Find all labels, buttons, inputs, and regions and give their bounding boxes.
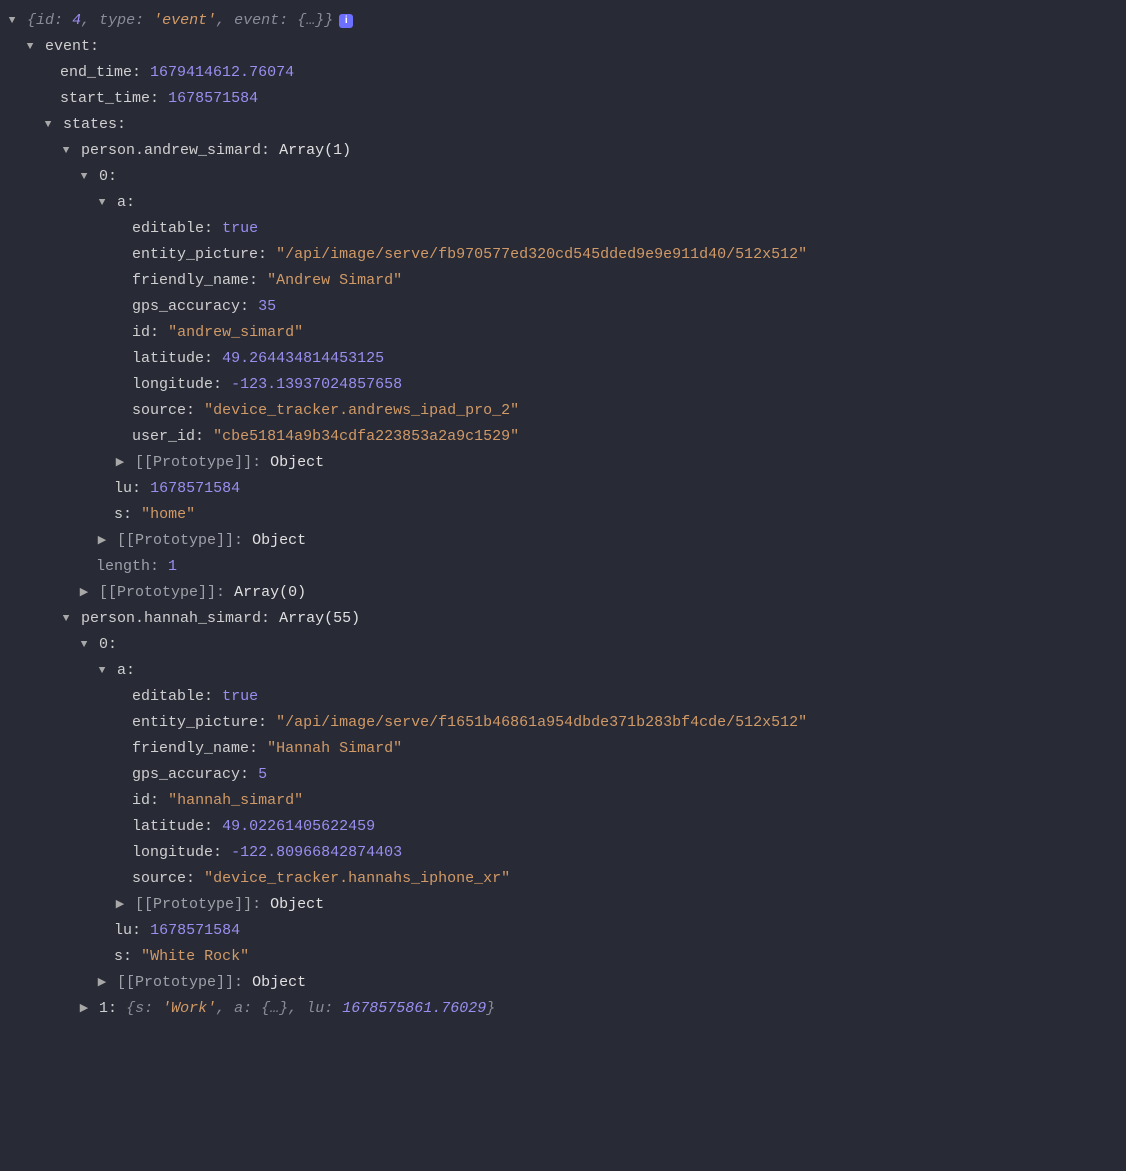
tree-row[interactable]: longitude: -123.13937024857658 [6,372,1126,398]
index-1-preview: {s: 'Work', a: {…}, lu: 1678575861.76029… [126,1000,495,1017]
tree-row-prototype[interactable]: ▶ [[Prototype]]: Object [6,892,1126,918]
tree-row-root[interactable]: ▼ {id: 4, type: 'event', event: {…}} i [6,8,1126,34]
tree-row[interactable]: s: "home" [6,502,1126,528]
chevron-down-icon[interactable]: ▼ [24,34,36,60]
chevron-right-icon[interactable]: ▶ [78,580,90,606]
tree-row-hannah-1[interactable]: ▶ 1: {s: 'Work', a: {…}, lu: 1678575861.… [6,996,1126,1022]
tree-row[interactable]: editable: true [6,216,1126,242]
tree-row-event[interactable]: ▼ event: [6,34,1126,60]
tree-row[interactable]: source: "device_tracker.hannahs_iphone_x… [6,866,1126,892]
tree-row[interactable]: lu: 1678571584 [6,476,1126,502]
tree-row-hannah-0[interactable]: ▼ 0: [6,632,1126,658]
tree-row[interactable]: id: "hannah_simard" [6,788,1126,814]
tree-row-hannah-a[interactable]: ▼ a: [6,658,1126,684]
tree-row[interactable]: source: "device_tracker.andrews_ipad_pro… [6,398,1126,424]
tree-row[interactable]: gps_accuracy: 5 [6,762,1126,788]
chevron-down-icon[interactable]: ▼ [78,632,90,658]
chevron-down-icon[interactable]: ▼ [60,138,72,164]
tree-row[interactable]: entity_picture: "/api/image/serve/fb9705… [6,242,1126,268]
tree-row[interactable]: friendly_name: "Andrew Simard" [6,268,1126,294]
tree-row-prototype[interactable]: ▶ [[Prototype]]: Array(0) [6,580,1126,606]
tree-row-andrew-0[interactable]: ▼ 0: [6,164,1126,190]
tree-row[interactable]: length: 1 [6,554,1126,580]
tree-row[interactable]: user_id: "cbe51814a9b34cdfa223853a2a9c15… [6,424,1126,450]
chevron-down-icon[interactable]: ▼ [42,112,54,138]
chevron-right-icon[interactable]: ▶ [78,996,90,1022]
tree-row-prototype[interactable]: ▶ [[Prototype]]: Object [6,450,1126,476]
chevron-down-icon[interactable]: ▼ [96,658,108,684]
tree-row[interactable]: id: "andrew_simard" [6,320,1126,346]
tree-row[interactable]: entity_picture: "/api/image/serve/f1651b… [6,710,1126,736]
chevron-right-icon[interactable]: ▶ [96,528,108,554]
tree-row[interactable]: editable: true [6,684,1126,710]
tree-row-andrew-a[interactable]: ▼ a: [6,190,1126,216]
tree-row[interactable]: latitude: 49.264434814453125 [6,346,1126,372]
chevron-right-icon[interactable]: ▶ [114,450,126,476]
tree-row-person-hannah[interactable]: ▼ person.hannah_simard: Array(55) [6,606,1126,632]
chevron-down-icon[interactable]: ▼ [60,606,72,632]
tree-row[interactable]: latitude: 49.02261405622459 [6,814,1126,840]
chevron-right-icon[interactable]: ▶ [114,892,126,918]
chevron-down-icon[interactable]: ▼ [6,8,18,34]
info-icon[interactable]: i [339,14,353,28]
chevron-down-icon[interactable]: ▼ [96,190,108,216]
tree-row-prototype[interactable]: ▶ [[Prototype]]: Object [6,528,1126,554]
tree-row[interactable]: friendly_name: "Hannah Simard" [6,736,1126,762]
tree-row-person-andrew[interactable]: ▼ person.andrew_simard: Array(1) [6,138,1126,164]
root-preview: {id: 4, type: 'event', event: {…}} [27,12,333,29]
tree-row-end-time[interactable]: end_time: 1679414612.76074 [6,60,1126,86]
tree-row[interactable]: longitude: -122.80966842874403 [6,840,1126,866]
tree-row[interactable]: s: "White Rock" [6,944,1126,970]
chevron-right-icon[interactable]: ▶ [96,970,108,996]
tree-row-states[interactable]: ▼ states: [6,112,1126,138]
tree-row[interactable]: gps_accuracy: 35 [6,294,1126,320]
tree-row[interactable]: lu: 1678571584 [6,918,1126,944]
chevron-down-icon[interactable]: ▼ [78,164,90,190]
tree-row-prototype[interactable]: ▶ [[Prototype]]: Object [6,970,1126,996]
tree-row-start-time[interactable]: start_time: 1678571584 [6,86,1126,112]
